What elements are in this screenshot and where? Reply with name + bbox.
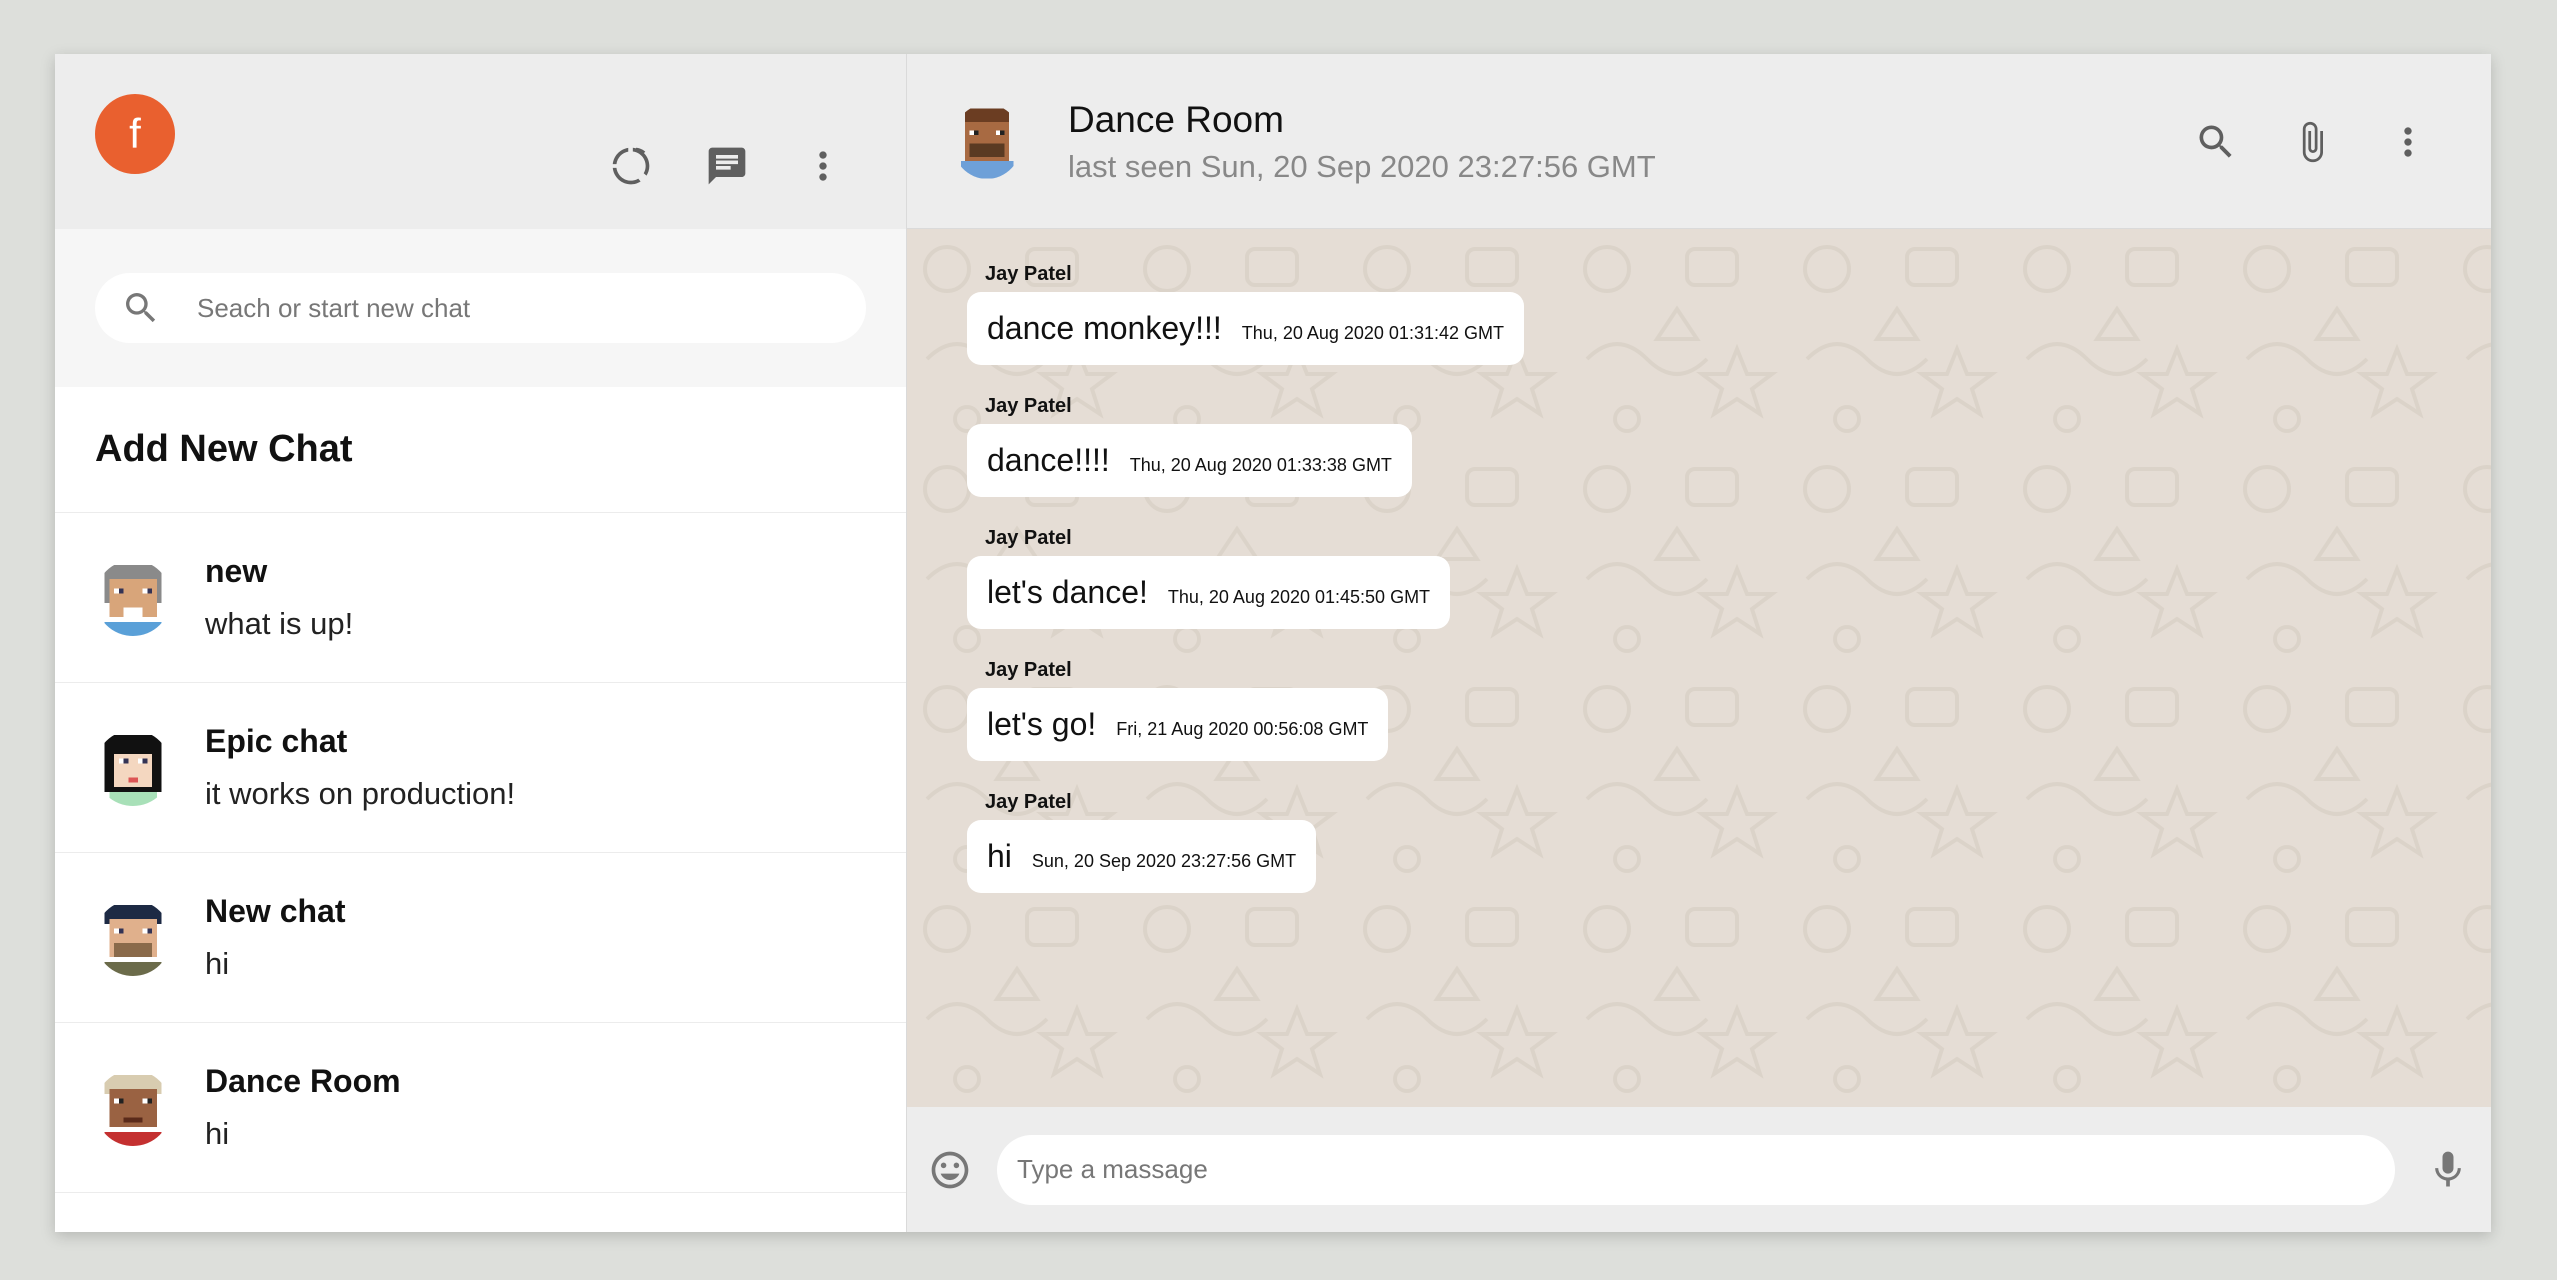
message-text: dance monkey!!! xyxy=(987,310,1222,346)
app-window: f Add New Chat xyxy=(55,54,2491,1232)
room-name: Dance Room xyxy=(1068,99,1284,140)
message: Jay Patel let's go! Fri, 21 Aug 2020 00:… xyxy=(967,659,2491,761)
chat-footer xyxy=(907,1107,2491,1232)
message-sender: Jay Patel xyxy=(985,527,1072,549)
sidebar-header: f xyxy=(55,54,906,229)
message-time: Thu, 20 Aug 2020 01:33:38 GMT xyxy=(1129,455,1392,475)
sidebar: f Add New Chat xyxy=(55,54,907,1232)
chat-list: new what is up! Epic chat it works on pr… xyxy=(55,513,906,1232)
attach-icon[interactable] xyxy=(2289,119,2335,165)
message-bubble[interactable]: dance monkey!!! Thu, 20 Aug 2020 01:31:4… xyxy=(967,292,1524,365)
more-vert-icon[interactable] xyxy=(800,143,846,189)
message-text: let's go! xyxy=(987,706,1097,742)
message-sender: Jay Patel xyxy=(985,791,1072,813)
mic-icon[interactable] xyxy=(2425,1147,2471,1193)
message-time: Sun, 20 Sep 2020 23:27:56 GMT xyxy=(1031,851,1297,871)
message: Jay Patel dance!!!! Thu, 20 Aug 2020 01:… xyxy=(967,395,2491,497)
chat-name: Epic chat xyxy=(205,723,348,759)
message-time: Fri, 21 Aug 2020 00:56:08 GMT xyxy=(1116,719,1369,739)
message-text: let's dance! xyxy=(987,574,1148,610)
chat-last-message: hi xyxy=(205,946,230,981)
avatar xyxy=(95,559,171,636)
message-text: dance!!!! xyxy=(987,442,1110,478)
message-sender: Jay Patel xyxy=(985,659,1072,681)
search-icon xyxy=(121,288,161,328)
message-sender: Jay Patel xyxy=(985,395,1072,417)
message: Jay Patel dance monkey!!! Thu, 20 Aug 20… xyxy=(967,263,2491,365)
more-vert-icon[interactable] xyxy=(2385,119,2431,165)
chat-messages: Jay Patel dance monkey!!! Thu, 20 Aug 20… xyxy=(907,229,2491,1107)
chat-item-new[interactable]: new what is up! xyxy=(55,513,906,683)
message-bubble[interactable]: dance!!!! Thu, 20 Aug 2020 01:33:38 GMT xyxy=(967,424,1412,497)
sidebar-header-icons xyxy=(608,143,846,189)
message-text: hi xyxy=(987,838,1012,874)
chat-last-message: it works on production! xyxy=(205,776,516,811)
chat-item-dance-room[interactable]: Dance Room hi xyxy=(55,1023,906,1193)
avatar xyxy=(95,899,171,976)
avatar xyxy=(95,1069,171,1146)
message-input[interactable] xyxy=(997,1134,2395,1205)
avatar xyxy=(95,729,171,806)
add-new-chat-button[interactable]: Add New Chat xyxy=(55,387,906,513)
chat-last-message: what is up! xyxy=(205,606,354,641)
message-sender: Jay Patel xyxy=(985,263,1072,285)
emoji-icon[interactable] xyxy=(927,1147,973,1193)
chat-name: New chat xyxy=(205,893,346,929)
message-time: Thu, 20 Aug 2020 01:31:42 GMT xyxy=(1241,323,1504,343)
chat-pane: Dance Room last seen Sun, 20 Sep 2020 23… xyxy=(907,54,2491,1232)
user-avatar[interactable]: f xyxy=(95,94,175,174)
chat-name: new xyxy=(205,553,268,589)
message-bubble[interactable]: let's dance! Thu, 20 Aug 2020 01:45:50 G… xyxy=(967,556,1451,629)
chat-header-icons xyxy=(2193,119,2431,165)
chat-item-epic-chat[interactable]: Epic chat it works on production! xyxy=(55,683,906,853)
chat-header: Dance Room last seen Sun, 20 Sep 2020 23… xyxy=(907,54,2491,229)
search-box xyxy=(95,273,866,343)
search-input[interactable] xyxy=(195,291,840,325)
chat-last-message: hi xyxy=(205,1116,230,1151)
search-icon[interactable] xyxy=(2193,119,2239,165)
message: Jay Patel hi Sun, 20 Sep 2020 23:27:56 G… xyxy=(967,791,2491,893)
search-container xyxy=(55,229,906,387)
last-seen: last seen Sun, 20 Sep 2020 23:27:56 GMT xyxy=(1068,149,1656,184)
message-bubble[interactable]: let's go! Fri, 21 Aug 2020 00:56:08 GMT xyxy=(967,688,1389,761)
message: Jay Patel let's dance! Thu, 20 Aug 2020 … xyxy=(967,527,2491,629)
message-bubble[interactable]: hi Sun, 20 Sep 2020 23:27:56 GMT xyxy=(967,820,1317,893)
new-chat-icon[interactable] xyxy=(704,143,750,189)
status-icon[interactable] xyxy=(608,143,654,189)
room-avatar[interactable] xyxy=(952,104,1022,179)
message-time: Thu, 20 Aug 2020 01:45:50 GMT xyxy=(1167,587,1431,607)
chat-name: Dance Room xyxy=(205,1063,401,1099)
chat-item-new-chat[interactable]: New chat hi xyxy=(55,853,906,1023)
